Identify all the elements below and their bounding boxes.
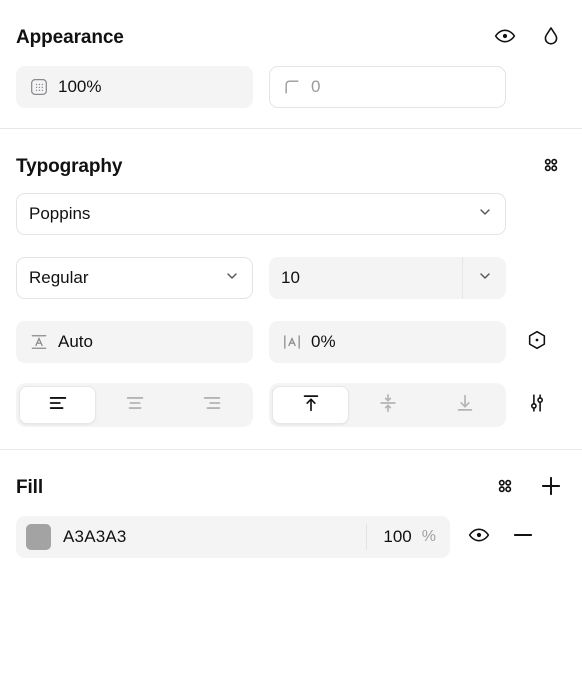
- hexagon-dot-icon: [526, 329, 548, 356]
- typography-header-actions: [536, 152, 566, 182]
- typography-title: Typography: [16, 156, 123, 177]
- minus-icon: [510, 522, 536, 553]
- fill-hex-group[interactable]: A3A3A3: [16, 524, 366, 550]
- sliders-icon: [526, 392, 548, 419]
- opacity-grid-icon: [29, 77, 49, 97]
- font-variations-button[interactable]: [522, 327, 552, 357]
- typography-header: Typography: [16, 145, 566, 189]
- alignment-row: [16, 383, 566, 427]
- fill-section: Fill A3A3A3 100 %: [0, 466, 582, 558]
- align-left-icon: [47, 392, 69, 419]
- corner-radius-value: 0: [311, 77, 321, 96]
- fill-visibility-button[interactable]: [464, 522, 494, 552]
- appearance-header-actions: [490, 23, 566, 53]
- appearance-fields-row: 100% 0: [16, 66, 566, 108]
- fill-opacity-group[interactable]: 100 %: [366, 524, 450, 550]
- droplet-icon: [540, 25, 562, 52]
- appearance-section: Appearance 100% 0: [0, 16, 582, 108]
- line-height-icon: [29, 332, 49, 352]
- fill-opacity-value: 100: [383, 527, 412, 546]
- align-left-button[interactable]: [19, 386, 96, 424]
- appearance-header: Appearance: [16, 16, 566, 60]
- eye-icon: [468, 524, 490, 551]
- line-letter-row: Auto 0%: [16, 321, 566, 363]
- font-weight-size-row: Regular 10: [16, 257, 566, 299]
- plus-icon: [538, 473, 564, 504]
- font-size-stepper[interactable]: 10: [269, 257, 506, 299]
- font-size-dropdown-button[interactable]: [462, 257, 506, 299]
- type-settings-button[interactable]: [522, 390, 552, 420]
- font-size-value[interactable]: 10: [269, 257, 462, 299]
- align-middle-icon: [377, 392, 399, 419]
- font-family-value: Poppins: [29, 204, 91, 223]
- divider-appearance-typography: [0, 128, 582, 129]
- four-dots-icon: [540, 154, 562, 181]
- chevron-down-icon: [477, 204, 493, 225]
- align-center-button[interactable]: [96, 386, 173, 424]
- blend-mode-button[interactable]: [536, 23, 566, 53]
- line-height-value: Auto: [58, 332, 93, 351]
- fill-item-row: A3A3A3 100 %: [16, 516, 566, 558]
- font-weight-select[interactable]: Regular: [16, 257, 253, 299]
- fill-hex-value: A3A3A3: [63, 527, 127, 546]
- opacity-field[interactable]: 100%: [16, 66, 253, 108]
- properties-panel: Appearance 100% 0 Typography Poppins Reg…: [0, 0, 582, 684]
- fill-styles-button[interactable]: [490, 473, 520, 503]
- typography-styles-button[interactable]: [536, 152, 566, 182]
- align-middle-button[interactable]: [349, 386, 426, 424]
- align-top-button[interactable]: [272, 386, 349, 424]
- fill-header: Fill: [16, 466, 566, 510]
- opacity-value: 100%: [58, 77, 102, 96]
- divider-typography-fill: [0, 449, 582, 450]
- font-weight-value: Regular: [29, 268, 89, 287]
- fill-header-actions: [490, 473, 566, 503]
- align-right-icon: [201, 392, 223, 419]
- align-center-icon: [124, 392, 146, 419]
- eye-icon: [494, 25, 516, 52]
- letter-spacing-field[interactable]: 0%: [269, 321, 506, 363]
- fill-remove-button[interactable]: [508, 522, 538, 552]
- corner-radius-icon: [282, 77, 302, 97]
- font-family-select[interactable]: Poppins: [16, 193, 506, 235]
- chevron-down-icon: [477, 268, 493, 289]
- letter-spacing-icon: [282, 332, 302, 352]
- fill-color-field[interactable]: A3A3A3 100 %: [16, 516, 450, 558]
- fill-opacity-unit: %: [421, 528, 436, 545]
- align-bottom-icon: [454, 392, 476, 419]
- line-height-field[interactable]: Auto: [16, 321, 253, 363]
- fill-color-swatch[interactable]: [26, 524, 51, 550]
- align-bottom-button[interactable]: [426, 386, 503, 424]
- corner-radius-field[interactable]: 0: [269, 66, 506, 108]
- typography-section: Typography Poppins Regular 10 Auto 0%: [0, 145, 582, 427]
- add-fill-button[interactable]: [536, 473, 566, 503]
- appearance-title: Appearance: [16, 27, 124, 48]
- fill-title: Fill: [16, 477, 44, 498]
- visibility-toggle-button[interactable]: [490, 23, 520, 53]
- vertical-align-group: [269, 383, 506, 427]
- align-top-icon: [300, 392, 322, 419]
- horizontal-align-group: [16, 383, 253, 427]
- align-right-button[interactable]: [173, 386, 250, 424]
- chevron-down-icon: [224, 268, 240, 289]
- letter-spacing-value: 0%: [311, 332, 336, 351]
- four-dots-icon: [494, 475, 516, 502]
